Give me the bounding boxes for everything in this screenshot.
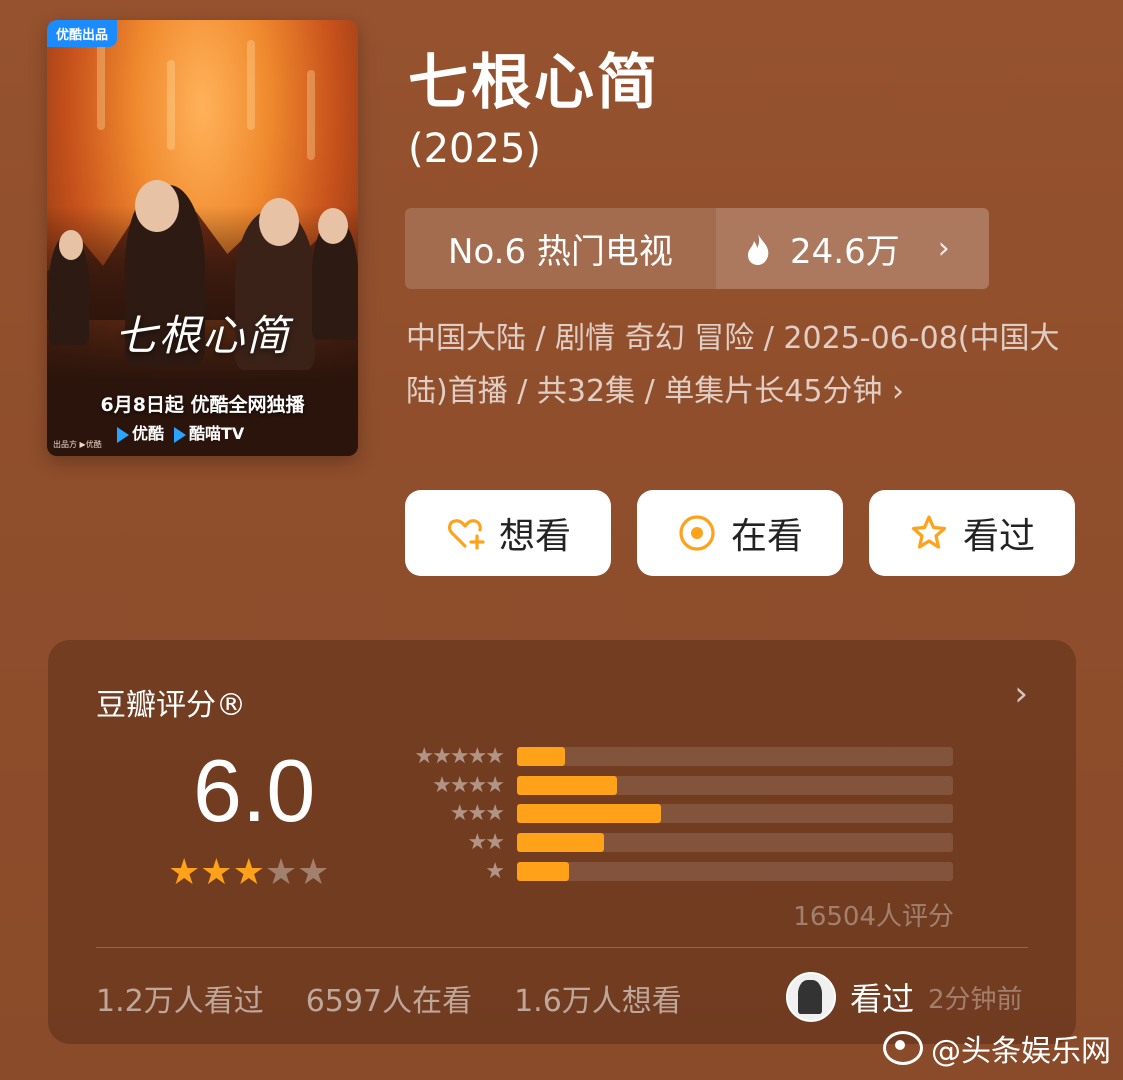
star-empty-icon: ★ (297, 852, 330, 893)
distribution-track (517, 862, 953, 881)
poster-platforms: 优酷 酷喵TV (117, 420, 244, 444)
recent-activity[interactable]: 看过 2分钟前 (786, 972, 1023, 1022)
play-icon (174, 426, 187, 443)
douban-rating-card[interactable]: 豆瓣评分® › 6.0 ★★★★★ ★★★★★ ★★★★ ★★★ ★★ ★ 16… (48, 640, 1076, 1044)
recent-status: 看过 (850, 980, 915, 1018)
watching-label: 在看 (730, 516, 803, 557)
flame-icon (748, 233, 769, 265)
play-icon (117, 426, 129, 443)
youku-badge: 优酷出品 (47, 20, 118, 47)
avatar[interactable] (786, 972, 836, 1022)
star-empty-icon: ★ (264, 852, 298, 893)
rating-score: 6.0 (193, 741, 316, 840)
poster-decoration (97, 40, 105, 130)
audience-stats: 1.2万人看过 6597人在看 1.6万人想看 (96, 976, 682, 1020)
weibo-icon (883, 1031, 923, 1065)
poster-footer: 出品方 ▶优酷 (53, 440, 102, 449)
watermark-text: @头条娱乐网 (931, 1034, 1111, 1069)
poster-face (259, 198, 299, 246)
star-filled-icon: ★ (168, 852, 201, 893)
distribution-stars: ★★★★★ (414, 743, 505, 769)
chevron-right-icon[interactable]: › (1014, 674, 1028, 714)
distribution-stars: ★★ (467, 829, 505, 855)
star-filled-icon: ★ (200, 852, 233, 893)
show-metadata[interactable]: 中国大陆 / 剧情 奇幻 冒险 / 2025-06-08(中国大陆)首播 / 共… (406, 312, 1086, 418)
distribution-row: ★★★ (393, 800, 953, 826)
star-outline-icon (911, 515, 947, 549)
star-filled-icon: ★ (232, 852, 265, 893)
recent-time: 2分钟前 (928, 984, 1023, 1015)
divider (96, 947, 1028, 948)
poster-release-line: 6月8日起 优酷全网独播 (100, 394, 305, 416)
watching-button[interactable]: 在看 (637, 490, 843, 576)
poster-decoration (167, 60, 175, 150)
distribution-track (517, 747, 953, 766)
want-label: 想看 (498, 516, 571, 557)
distribution-stars: ★★★ (449, 800, 505, 826)
poster-decoration (247, 40, 255, 130)
poster-face (318, 208, 348, 244)
distribution-track (517, 833, 953, 852)
distribution-stars: ★★★★ (432, 772, 505, 798)
want-to-watch-button[interactable]: 想看 (405, 490, 611, 576)
watched-button[interactable]: 看过 (869, 490, 1075, 576)
rating-count: 16504人评分 (793, 902, 954, 932)
show-title: 七根心简 (408, 48, 660, 118)
platform-kumiao: 酷喵TV (174, 420, 244, 444)
heat-value: 24.6万 (790, 232, 900, 272)
heat-section: 24.6万 › (716, 208, 989, 289)
distribution-bar (517, 747, 565, 766)
poster-decoration (307, 70, 315, 160)
watermark: @头条娱乐网 (883, 1026, 1111, 1070)
distribution-bar (517, 862, 570, 881)
distribution-track (517, 804, 953, 823)
chevron-right-icon: › (937, 231, 950, 266)
poster-face (135, 180, 179, 232)
watching-count[interactable]: 6597人在看 (306, 976, 472, 1020)
distribution-row: ★★ (393, 829, 953, 855)
rating-title: 豆瓣评分® (96, 688, 246, 723)
ranking-pill[interactable]: No.6 热门电视 24.6万 › (405, 208, 989, 289)
watched-count[interactable]: 1.2万人看过 (96, 976, 264, 1020)
distribution-bar (517, 776, 618, 795)
rating-stars: ★★★★★ (168, 852, 329, 893)
watched-label: 看过 (962, 516, 1035, 557)
poster-face (59, 230, 83, 260)
distribution-bar (517, 833, 605, 852)
poster-title-art: 七根心简 (114, 311, 291, 360)
target-icon (679, 515, 715, 551)
distribution-row: ★ (393, 858, 953, 884)
want-count[interactable]: 1.6万人想看 (514, 976, 682, 1020)
distribution-bar (517, 804, 661, 823)
platform-youku: 优酷 (117, 420, 164, 444)
rank-label: No.6 热门电视 (405, 208, 716, 289)
show-year: (2025) (408, 126, 542, 172)
distribution-row: ★★★★ (393, 772, 953, 798)
distribution-stars: ★ (485, 858, 505, 884)
distribution-row: ★★★★★ (393, 743, 953, 769)
poster-image[interactable]: 优酷出品 七根心简 6月8日起 优酷全网独播 优酷 酷喵TV 出品方 ▶优酷 (47, 20, 358, 456)
heart-plus-icon (447, 519, 485, 550)
distribution-track (517, 776, 953, 795)
